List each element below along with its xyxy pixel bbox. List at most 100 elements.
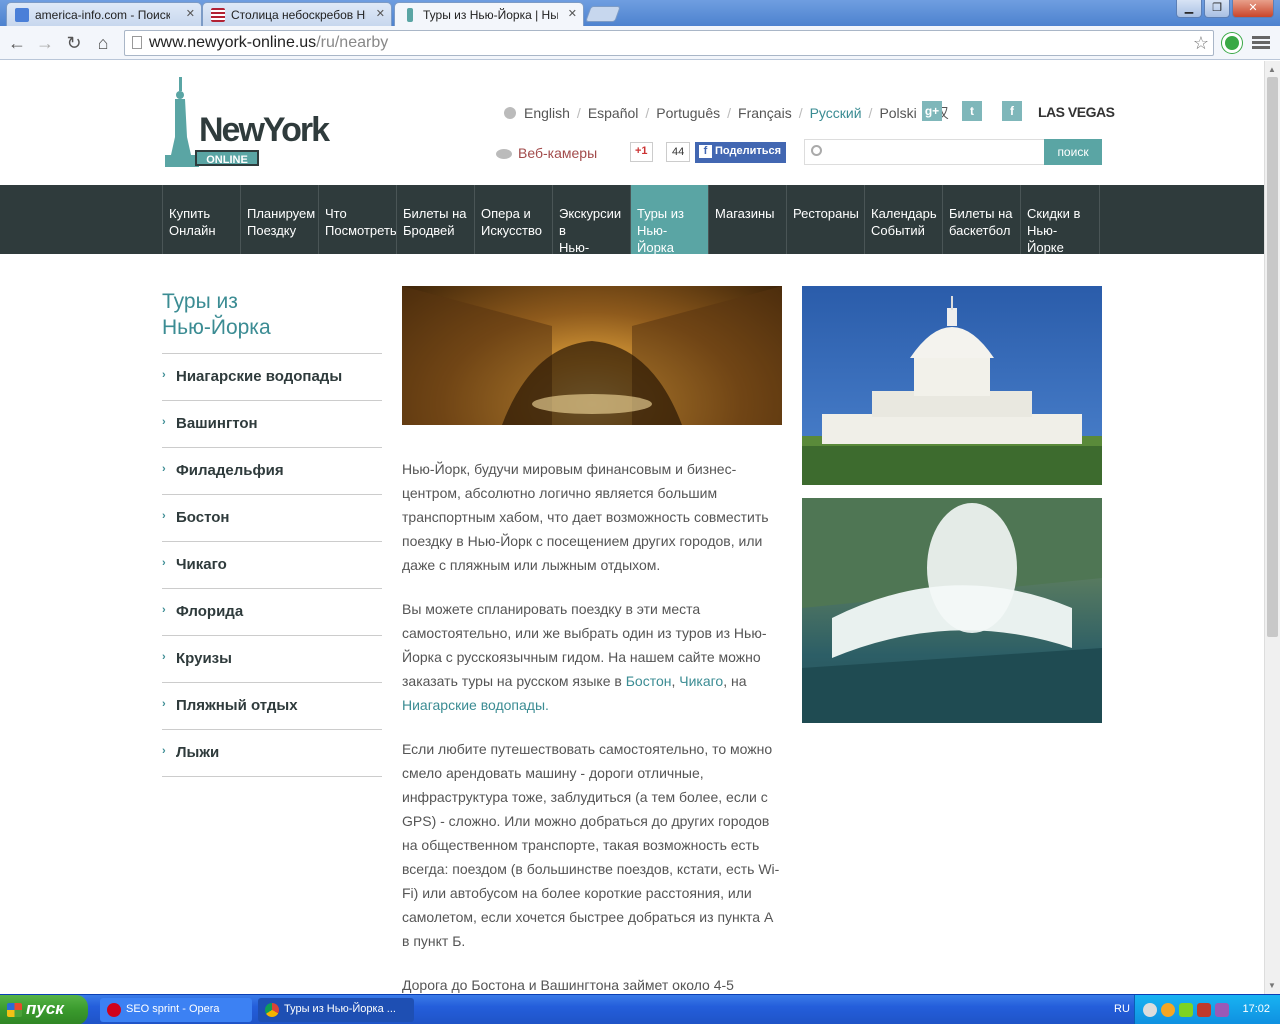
nav-label: Посмотреть (325, 223, 397, 238)
nav-basketball-tickets[interactable]: Билеты на баскетбол (942, 185, 1020, 254)
nav-buy-online[interactable]: Купить Онлайн (162, 185, 240, 254)
gplus-one-button[interactable]: +1 (630, 142, 653, 162)
close-window-button[interactable]: ✕ (1232, 0, 1274, 18)
article-paragraph: Дорога до Бостона и Вашингтона займет ок… (402, 977, 734, 993)
nav-excursions[interactable]: Экскурсии в Нью-Йорке (552, 185, 630, 272)
browser-toolbar: ← → ↻ ⌂ www.newyork-online.us/ru/nearby … (0, 26, 1280, 60)
scroll-down-icon[interactable]: ▼ (1268, 981, 1276, 990)
sidebar-item-washington[interactable]: › Вашингтон (162, 401, 382, 448)
twitter-icon[interactable]: t (962, 101, 982, 121)
sidebar-title-line: Туры из (162, 290, 238, 313)
las-vegas-link[interactable]: LAS VEGAS (1038, 104, 1115, 120)
new-tab-button[interactable] (585, 6, 621, 22)
browser-tab-1[interactable]: america-info.com - Поиск в G ✕ (6, 2, 202, 26)
system-tray: 17:02 (1134, 995, 1280, 1024)
sidebar-item-cruises[interactable]: › Круизы (162, 636, 382, 683)
nav-label: Онлайн (169, 223, 216, 238)
minimize-button[interactable]: ▁ (1176, 0, 1202, 18)
link-boston[interactable]: Бостон (626, 673, 672, 689)
statue-favicon-icon (407, 8, 413, 22)
scroll-up-icon[interactable]: ▲ (1268, 65, 1276, 74)
site-logo[interactable]: NewYork ONLINE (165, 77, 330, 169)
chrome-menu-icon[interactable] (1252, 34, 1270, 52)
nav-opera-art[interactable]: Опера и Искусство (474, 185, 552, 254)
capitol-photo (802, 286, 1102, 485)
facebook-f-icon: f (699, 145, 712, 158)
google-favicon-icon (15, 8, 29, 22)
extension-icon[interactable] (1222, 33, 1242, 53)
chevron-right-icon: › (162, 651, 166, 663)
webcams-link[interactable]: Веб-камеры (496, 145, 597, 161)
gplus-count: 44 (666, 142, 691, 162)
niagara-falls-photo (802, 498, 1102, 723)
back-arrow-icon[interactable]: ← (6, 32, 28, 54)
nav-shops[interactable]: Магазины (708, 185, 786, 254)
language-switcher: English / Español / Português / Français / Р… (504, 103, 949, 123)
maximize-button[interactable]: ❐ (1204, 0, 1230, 18)
nav-label: Бродвей (403, 223, 455, 238)
home-icon[interactable]: ⌂ (92, 32, 114, 54)
start-button[interactable]: пуск (0, 995, 88, 1024)
nav-events-calendar[interactable]: Календарь Событий (864, 185, 942, 254)
chevron-right-icon: › (162, 416, 166, 428)
facebook-share-button[interactable]: f Поделиться (695, 142, 786, 163)
sidebar-item-florida[interactable]: › Флорида (162, 589, 382, 636)
sidebar-item-ski[interactable]: › Лыжи (162, 730, 382, 777)
google-plus-icon[interactable]: g+ (922, 101, 942, 121)
browser-tab-2[interactable]: Столица небоскребов Нью- ✕ (202, 2, 392, 26)
tab-close-icon[interactable]: ✕ (376, 7, 385, 20)
browser-tab-3-active[interactable]: Туры из Нью-Йорка | Нью-Й ✕ (394, 2, 584, 26)
tab-title: Столица небоскребов Нью- (231, 8, 366, 22)
address-bar[interactable]: www.newyork-online.us/ru/nearby ☆ (124, 30, 1214, 56)
taskbar-chrome-button[interactable]: Туры из Нью-Йорка ... (258, 998, 414, 1022)
scroll-thumb[interactable] (1267, 77, 1278, 637)
link-chicago[interactable]: Чикаго (679, 673, 723, 689)
chevron-right-icon: › (162, 604, 166, 616)
sidebar-item-niagara[interactable]: › Ниагарские водопады (162, 354, 382, 401)
bookmark-star-icon[interactable]: ☆ (1193, 31, 1209, 55)
forward-arrow-icon[interactable]: → (34, 32, 56, 54)
nav-plan-trip[interactable]: Планируем Поездку (240, 185, 318, 254)
lang-russian[interactable]: Русский (810, 105, 862, 121)
lang-portugues[interactable]: Português (656, 105, 720, 121)
tray-arrow-icon[interactable] (1143, 1003, 1157, 1017)
tab-close-icon[interactable]: ✕ (186, 7, 195, 20)
taskbar-opera-button[interactable]: SEO sprint - Opera (100, 998, 252, 1022)
nav-discounts[interactable]: Скидки в Нью-Йорке (1020, 185, 1100, 255)
lang-francais[interactable]: Français (738, 105, 792, 121)
logo-online-badge: ONLINE (195, 150, 259, 166)
sidebar-item-label: Круизы (176, 650, 232, 667)
nav-label: Рестораны (793, 206, 859, 221)
lang-espanol[interactable]: Español (588, 105, 639, 121)
search-input[interactable] (829, 142, 1039, 162)
tray-network-icon[interactable] (1179, 1003, 1193, 1017)
browser-tabstrip: america-info.com - Поиск в G ✕ Столица н… (0, 0, 1280, 26)
nav-restaurants[interactable]: Рестораны (786, 185, 864, 254)
nav-what-to-see[interactable]: Что Посмотреть (318, 185, 397, 254)
link-niagara[interactable]: Ниагарские водопады. (402, 697, 549, 713)
facebook-icon[interactable]: f (1002, 101, 1022, 121)
tray-pen-icon[interactable] (1215, 1003, 1229, 1017)
nav-tours-from-ny[interactable]: Туры из Нью-Йорка (630, 185, 708, 255)
sidebar-item-philadelphia[interactable]: › Филадельфия (162, 448, 382, 495)
page-scrollbar[interactable]: ▲ ▼ (1264, 61, 1280, 994)
keyboard-language-indicator[interactable]: RU (1114, 1003, 1130, 1015)
reload-icon[interactable]: ↻ (63, 32, 85, 54)
tray-security-icon[interactable] (1197, 1003, 1211, 1017)
lang-polski[interactable]: Polski (879, 105, 916, 121)
sidebar-item-label: Филадельфия (176, 462, 284, 479)
clock: 17:02 (1242, 1003, 1270, 1015)
chevron-right-icon: › (162, 745, 166, 757)
search-button[interactable]: поиск (1044, 139, 1102, 165)
tab-close-icon[interactable]: ✕ (568, 7, 577, 20)
taskbar-button-label: SEO sprint - Opera (126, 1003, 220, 1015)
nav-label: Поездку (247, 223, 297, 238)
nav-broadway-tickets[interactable]: Билеты на Бродвей (396, 185, 474, 254)
tray-app-icon[interactable] (1161, 1003, 1175, 1017)
sidebar-item-beach[interactable]: › Пляжный отдых (162, 683, 382, 730)
sidebar-item-chicago[interactable]: › Чикаго (162, 542, 382, 589)
url-path: /ru/nearby (316, 34, 389, 51)
chevron-right-icon: › (162, 698, 166, 710)
sidebar-item-boston[interactable]: › Бостон (162, 495, 382, 542)
lang-english[interactable]: English (524, 105, 570, 121)
